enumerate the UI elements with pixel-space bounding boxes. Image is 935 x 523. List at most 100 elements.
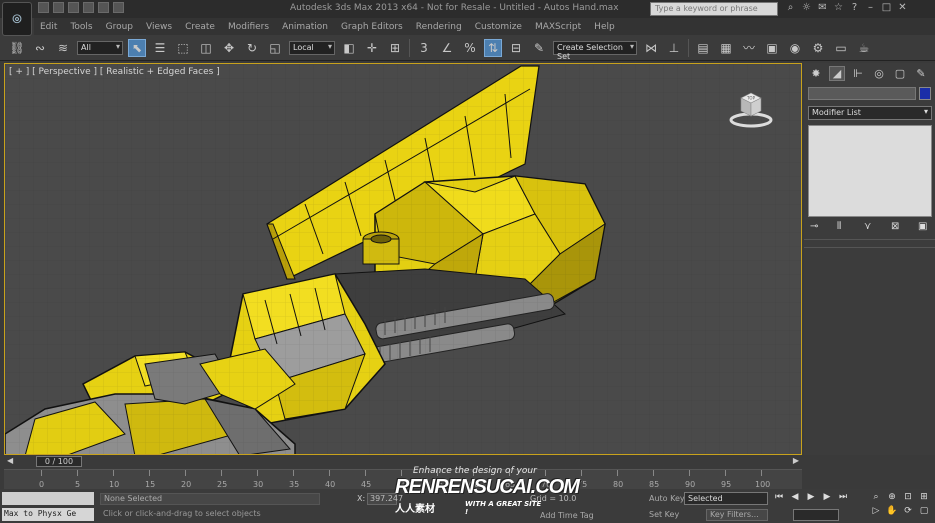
- prev-frame-arrow-icon[interactable]: ◀: [7, 456, 13, 465]
- minimize-icon[interactable]: –: [865, 2, 876, 14]
- menu-rendering[interactable]: Rendering: [416, 22, 462, 32]
- menu-graph-editors[interactable]: Graph Editors: [341, 22, 403, 32]
- configure-modifier-sets-icon[interactable]: ▣: [918, 221, 930, 233]
- favorites-icon[interactable]: ☆: [833, 2, 844, 14]
- named-selection-sets-dropdown[interactable]: Create Selection Set: [553, 40, 637, 61]
- menu-maxscript[interactable]: MAXScript: [535, 22, 581, 32]
- motion-tab-icon[interactable]: ◎: [871, 66, 887, 81]
- create-tab-icon[interactable]: ✸: [808, 66, 824, 81]
- perspective-viewport[interactable]: [ + ] [ Perspective ] [ Realistic + Edge…: [4, 63, 802, 455]
- key-filters-button[interactable]: Key Filters...: [706, 509, 768, 521]
- material-editor-icon[interactable]: ◉: [786, 39, 804, 57]
- add-time-tag[interactable]: Add Time Tag: [540, 511, 594, 520]
- pivot-center-icon[interactable]: ◧: [340, 39, 358, 57]
- link-icon[interactable]: ⛓: [8, 39, 26, 57]
- communication-icon[interactable]: ✉: [817, 2, 828, 14]
- maximize-viewport-icon[interactable]: ▢: [918, 506, 930, 518]
- object-color-swatch[interactable]: [919, 87, 931, 100]
- menu-create[interactable]: Create: [185, 22, 215, 32]
- new-file-icon[interactable]: [38, 2, 49, 13]
- named-selection-abc-icon[interactable]: ✎: [530, 39, 548, 57]
- select-move-icon[interactable]: ✥: [220, 39, 238, 57]
- select-manipulate-icon[interactable]: ✛: [363, 39, 381, 57]
- close-icon[interactable]: ✕: [897, 2, 908, 14]
- subscription-icon[interactable]: ☼: [801, 2, 812, 14]
- select-rotate-icon[interactable]: ↻: [243, 39, 261, 57]
- x-coord-field[interactable]: 397.247: [367, 493, 403, 505]
- zoom-extents-icon[interactable]: ⊡: [902, 492, 914, 504]
- previous-frame-icon[interactable]: ◀: [789, 492, 801, 504]
- time-slider-handle[interactable]: 0 / 100: [36, 456, 82, 467]
- pin-stack-icon[interactable]: ⊸: [810, 221, 822, 233]
- layer-manager-icon[interactable]: ▤: [694, 39, 712, 57]
- key-mode-dropdown[interactable]: Selected: [684, 492, 768, 505]
- save-file-icon[interactable]: [68, 2, 79, 13]
- maximize-icon[interactable]: □: [881, 2, 892, 14]
- zoom-icon[interactable]: ⌕: [870, 492, 882, 504]
- auto-key-button[interactable]: Auto Key: [649, 494, 685, 503]
- window-crossing-icon[interactable]: ◫: [197, 39, 215, 57]
- rectangular-region-icon[interactable]: ⬚: [174, 39, 192, 57]
- select-by-name-icon[interactable]: ☰: [151, 39, 169, 57]
- render-setup-icon[interactable]: ⚙: [809, 39, 827, 57]
- redo-icon[interactable]: [98, 2, 109, 13]
- menu-modifiers[interactable]: Modifiers: [228, 22, 269, 32]
- field-of-view-icon[interactable]: ▷: [870, 506, 882, 518]
- next-frame-icon[interactable]: ▶: [821, 492, 833, 504]
- curve-editor-icon[interactable]: 〰: [740, 39, 758, 57]
- rendered-frame-window-icon[interactable]: ▭: [832, 39, 850, 57]
- modifier-stack[interactable]: [808, 125, 932, 217]
- search-input[interactable]: Type a keyword or phrase: [650, 2, 778, 16]
- current-frame-field[interactable]: [793, 509, 839, 521]
- percent-snap-icon[interactable]: %: [461, 39, 479, 57]
- mech-arm-model[interactable]: [5, 64, 802, 455]
- hierarchy-tab-icon[interactable]: ⊩: [850, 66, 866, 81]
- snaps-toggle-icon[interactable]: 3: [415, 39, 433, 57]
- unlink-icon[interactable]: ∾: [31, 39, 49, 57]
- selection-filter-dropdown[interactable]: All: [77, 40, 123, 55]
- pan-icon[interactable]: ✋: [886, 506, 898, 518]
- menu-help[interactable]: Help: [594, 22, 615, 32]
- schematic-view-icon[interactable]: ▣: [763, 39, 781, 57]
- next-frame-arrow-icon[interactable]: ▶: [793, 456, 799, 465]
- go-to-start-icon[interactable]: ⏮: [773, 492, 785, 504]
- utilities-tab-icon[interactable]: ✎: [913, 66, 929, 81]
- mirror-icon[interactable]: ⋈: [642, 39, 660, 57]
- menu-views[interactable]: Views: [146, 22, 172, 32]
- viewcube-icon[interactable]: TOP: [729, 88, 773, 128]
- menu-tools[interactable]: Tools: [70, 22, 92, 32]
- remove-modifier-icon[interactable]: ⊠: [891, 221, 903, 233]
- object-name-field[interactable]: [808, 87, 916, 100]
- undo-icon[interactable]: [83, 2, 94, 13]
- modifier-list-dropdown[interactable]: Modifier List: [808, 106, 932, 120]
- viewport-label[interactable]: [ + ] [ Perspective ] [ Realistic + Edge…: [9, 67, 220, 77]
- bind-spacewarp-icon[interactable]: ≋: [54, 39, 72, 57]
- open-file-icon[interactable]: [53, 2, 64, 13]
- make-unique-icon[interactable]: ⋎: [864, 221, 876, 233]
- menu-customize[interactable]: Customize: [475, 22, 522, 32]
- angle-snap-icon[interactable]: ∠: [438, 39, 456, 57]
- keyboard-shortcut-override-icon[interactable]: ⊞: [386, 39, 404, 57]
- zoom-all-icon[interactable]: ⊕: [886, 492, 898, 504]
- maxscript-listener-output[interactable]: [2, 492, 94, 505]
- reference-coord-dropdown[interactable]: Local: [289, 40, 335, 55]
- orbit-icon[interactable]: ⟳: [902, 506, 914, 518]
- menu-animation[interactable]: Animation: [282, 22, 328, 32]
- play-icon[interactable]: ▶: [805, 492, 817, 504]
- help-icon[interactable]: ?: [849, 2, 860, 14]
- menu-group[interactable]: Group: [106, 22, 133, 32]
- select-scale-icon[interactable]: ◱: [266, 39, 284, 57]
- spinner-snap-icon[interactable]: ⇅: [484, 38, 502, 57]
- project-folder-icon[interactable]: [113, 2, 124, 13]
- edit-named-selection-icon[interactable]: ⊟: [507, 39, 525, 57]
- display-tab-icon[interactable]: ▢: [892, 66, 908, 81]
- go-to-end-icon[interactable]: ⏭: [837, 492, 849, 504]
- set-key-button[interactable]: Set Key: [649, 510, 679, 519]
- align-icon[interactable]: ⊥: [665, 39, 683, 57]
- app-logo-icon[interactable]: ⌾: [2, 2, 32, 36]
- maxscript-mini-listener[interactable]: Max to Physx Ge: [2, 508, 94, 521]
- modify-tab-icon[interactable]: ◢: [829, 65, 845, 81]
- zoom-extents-all-icon[interactable]: ⊞: [918, 492, 930, 504]
- binoculars-icon[interactable]: ⌕: [785, 2, 796, 14]
- render-production-icon[interactable]: ☕: [855, 39, 873, 57]
